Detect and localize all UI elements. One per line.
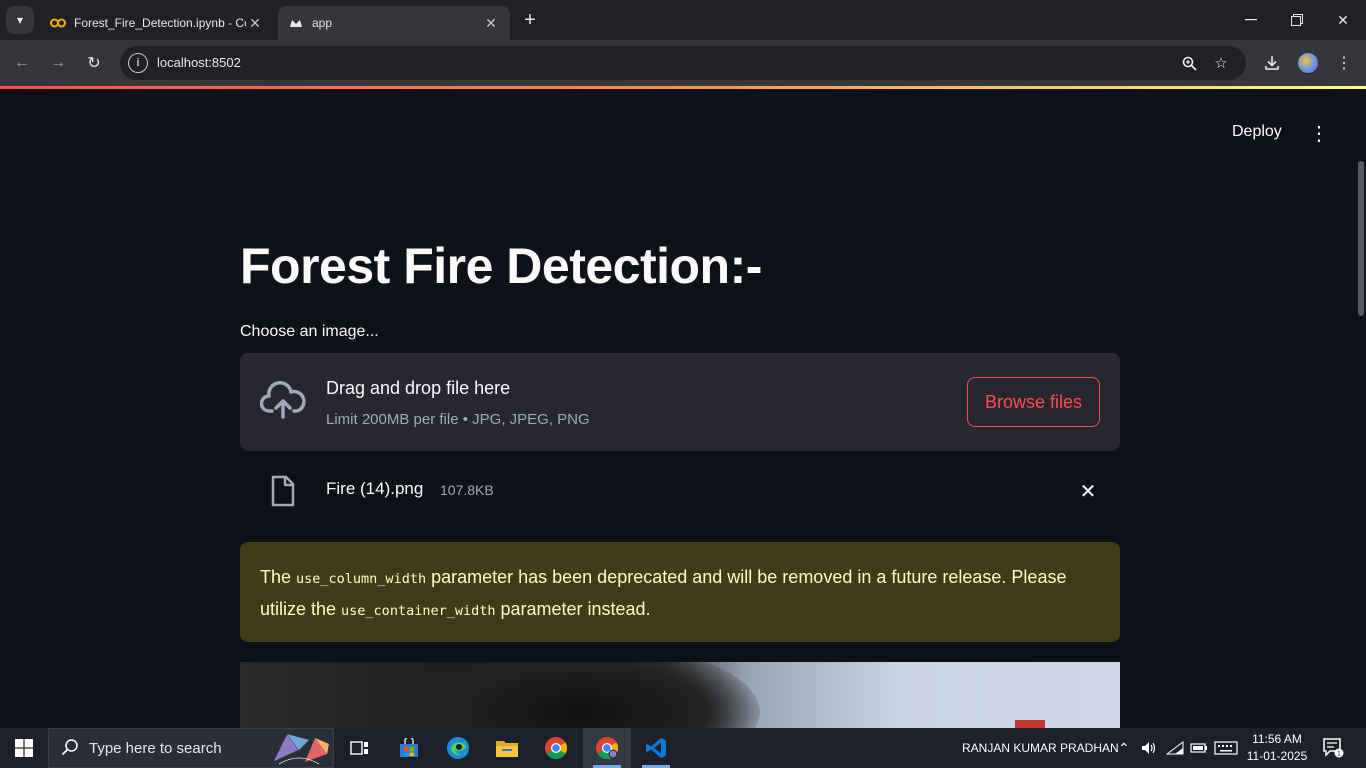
remove-file-icon[interactable]: ✕	[1076, 479, 1100, 503]
deprecation-warning: The use_column_width parameter has been …	[240, 542, 1120, 642]
edge-browser-icon[interactable]	[434, 728, 482, 768]
clock-date: 11-01-2025	[1246, 749, 1308, 763]
file-name: Fire (14).png	[326, 479, 424, 498]
tab-search-chevron-icon[interactable]: ▾	[6, 6, 34, 34]
show-hidden-icons-chevron-icon[interactable]: ⌃	[1118, 728, 1130, 768]
user-name: RANJAN KUMAR PRADHAN	[962, 741, 1119, 755]
colab-icon	[50, 15, 66, 31]
profile-avatar[interactable]	[1294, 49, 1322, 77]
battery-icon[interactable]	[1190, 728, 1208, 768]
chrome-icon[interactable]	[532, 728, 580, 768]
dropzone-limits: Limit 200MB per file • JPG, JPEG, PNG	[326, 411, 590, 428]
new-tab-plus-icon[interactable]: +	[518, 8, 542, 32]
cloud-upload-icon	[260, 381, 306, 419]
warning-text: parameter instead.	[495, 599, 651, 619]
tab-title: app	[312, 16, 333, 30]
microsoft-store-icon[interactable]	[385, 728, 433, 768]
tab-title: Forest_Fire_Detection.ipynb - Co	[74, 16, 246, 30]
restore-icon[interactable]	[1274, 0, 1320, 40]
dropzone-title: Drag and drop file here	[326, 378, 511, 398]
browse-files-button[interactable]: Browse files	[967, 377, 1100, 427]
system-clock[interactable]: 11:56 AM 11-01-2025	[1240, 731, 1314, 765]
close-tab-icon[interactable]: ✕	[246, 15, 264, 32]
back-arrow-icon[interactable]: ←	[8, 49, 36, 77]
warning-code: use_column_width	[296, 571, 427, 587]
search-highlight-kites-icon	[272, 733, 329, 765]
close-window-icon[interactable]: ✕	[1320, 0, 1366, 40]
scrollbar-thumb[interactable]	[1358, 161, 1364, 316]
keyboard-icon[interactable]	[1214, 728, 1238, 768]
vscode-icon[interactable]	[632, 728, 680, 768]
file-explorer-icon[interactable]	[483, 728, 531, 768]
warning-code: use_container_width	[341, 603, 496, 619]
notifications-icon[interactable]: 1	[1322, 736, 1346, 760]
close-tab-icon[interactable]: ✕	[482, 15, 500, 32]
task-view-icon[interactable]	[336, 728, 384, 768]
browser-tab-strip: ▾ Forest_Fire_Detection.ipynb - Co ✕ app…	[0, 0, 1366, 40]
windows-taskbar: Type here to search RANJAN KUMAR PRADHAN…	[0, 728, 1366, 768]
download-icon[interactable]	[1258, 49, 1286, 77]
wifi-icon[interactable]	[1166, 728, 1184, 768]
warning-text: The	[260, 567, 297, 587]
notification-count: 1	[1337, 751, 1341, 758]
uploader-label: Choose an image...	[240, 323, 379, 340]
reload-icon[interactable]: ↻	[80, 49, 108, 77]
streamlit-app: Deploy ⋮ Forest Fire Detection:- Choose …	[0, 89, 1366, 728]
deploy-button[interactable]: Deploy	[1220, 119, 1294, 145]
volume-icon[interactable]	[1141, 728, 1157, 768]
search-placeholder: Type here to search	[89, 740, 222, 757]
file-icon	[271, 475, 295, 507]
browser-menu-icon[interactable]: ⋮	[1330, 49, 1358, 77]
url-text[interactable]: localhost:8502	[157, 55, 241, 70]
clock-time: 11:56 AM	[1252, 732, 1302, 746]
address-bar[interactable]: i localhost:8502 ☆	[120, 46, 1246, 80]
tab-colab[interactable]: Forest_Fire_Detection.ipynb - Co ✕	[40, 6, 274, 40]
uploaded-file-row: Fire (14).png 107.8KB ✕	[240, 469, 1120, 513]
main-menu-icon[interactable]: ⋮	[1305, 119, 1333, 147]
site-info-icon[interactable]: i	[128, 53, 148, 73]
streamlit-icon	[288, 15, 304, 31]
page-title: Forest Fire Detection:-	[240, 238, 762, 294]
windows-start-icon[interactable]	[0, 728, 48, 768]
file-dropzone[interactable]: Drag and drop file here Limit 200MB per …	[240, 353, 1120, 451]
search-icon	[61, 738, 79, 761]
tab-app[interactable]: app ✕	[278, 6, 510, 40]
zoom-icon[interactable]	[1178, 52, 1200, 74]
bookmark-star-icon[interactable]: ☆	[1210, 52, 1232, 74]
chrome-profile-active-icon[interactable]	[583, 728, 631, 768]
file-size: 107.8KB	[440, 482, 494, 498]
minimize-icon[interactable]	[1228, 0, 1274, 40]
browser-toolbar: ← → ↻ i localhost:8502 ☆ ⋮	[0, 40, 1366, 86]
taskbar-search-box[interactable]: Type here to search	[48, 728, 334, 768]
uploaded-fire-image	[240, 662, 1120, 728]
forward-arrow-icon[interactable]: →	[44, 49, 72, 77]
